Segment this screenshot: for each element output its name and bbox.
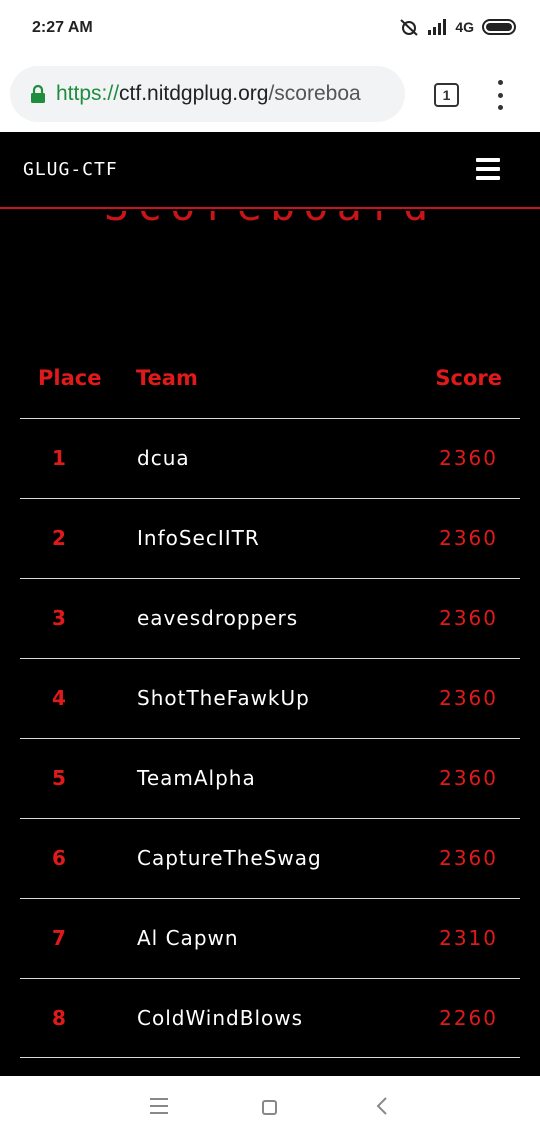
status-time: 2:27 AM <box>32 19 93 36</box>
row-place: 2 <box>52 526 66 550</box>
table-row: 1 dcua 2360 <box>20 418 520 498</box>
table-row: 3 eavesdroppers 2360 <box>20 578 520 658</box>
table-row: 6 CaptureTheSwag 2360 <box>20 818 520 898</box>
row-score: 2360 <box>439 686 498 710</box>
table-row: 8 ColdWindBlows 2260 <box>20 978 520 1058</box>
row-team: eavesdroppers <box>137 606 299 630</box>
address-bar[interactable]: https://ctf.nitdgplug.org/scoreboa <box>10 66 405 122</box>
site-navbar: GLUG-CTF <box>0 132 540 209</box>
row-place: 7 <box>52 926 66 950</box>
row-place: 4 <box>52 686 66 710</box>
url-host: ctf.nitdgplug.org <box>119 82 269 105</box>
site-brand[interactable]: GLUG-CTF <box>23 159 118 180</box>
row-place: 8 <box>52 1006 66 1030</box>
column-header-score: Score <box>435 366 502 390</box>
scoreboard-header: Place Team Score <box>20 358 520 418</box>
row-score: 2360 <box>439 846 498 870</box>
row-place: 3 <box>52 606 66 630</box>
page-heading-wrapper: Scoreboard <box>0 211 540 225</box>
row-place: 6 <box>52 846 66 870</box>
url-text[interactable]: https://ctf.nitdgplug.org/scoreboa <box>56 82 361 106</box>
recent-apps-icon[interactable] <box>150 1098 168 1114</box>
browser-toolbar: https://ctf.nitdgplug.org/scoreboa 1 <box>0 58 540 132</box>
row-score: 2360 <box>439 526 498 550</box>
more-vert-icon[interactable] <box>490 80 510 110</box>
page-title: Scoreboard <box>0 211 540 225</box>
row-team: TeamAlpha <box>137 766 256 790</box>
status-icons: 4G <box>399 18 516 36</box>
hamburger-icon[interactable] <box>476 158 500 180</box>
tab-switcher-button[interactable]: 1 <box>434 83 459 107</box>
row-team: ColdWindBlows <box>137 1006 304 1030</box>
row-team: Al Capwn <box>137 926 239 950</box>
network-type: 4G <box>455 19 474 35</box>
back-icon[interactable] <box>376 1096 388 1116</box>
alarm-off-icon <box>400 19 418 36</box>
table-row: 4 ShotTheFawkUp 2360 <box>20 658 520 738</box>
row-score: 2260 <box>439 1006 498 1030</box>
row-score: 2310 <box>439 926 498 950</box>
table-row: 2 InfoSecIITR 2360 <box>20 498 520 578</box>
url-path: /scoreboa <box>268 82 361 105</box>
column-header-place: Place <box>38 366 102 390</box>
scoreboard-table: 1 dcua 2360 2 InfoSecIITR 2360 3 eavesdr… <box>20 418 520 1058</box>
row-team: ShotTheFawkUp <box>137 686 310 710</box>
lock-icon <box>31 84 45 103</box>
row-team: CaptureTheSwag <box>137 846 322 870</box>
table-row: 7 Al Capwn 2310 <box>20 898 520 978</box>
url-scheme: https:// <box>56 82 120 105</box>
row-place: 5 <box>52 766 66 790</box>
row-place: 1 <box>52 446 66 470</box>
row-score: 2360 <box>439 446 498 470</box>
row-team: InfoSecIITR <box>137 526 260 550</box>
row-team: dcua <box>137 446 190 470</box>
home-icon[interactable] <box>262 1100 277 1115</box>
battery-icon <box>482 19 516 35</box>
page-content: GLUG-CTF Scoreboard Place Team Score 1 d… <box>0 132 540 1076</box>
system-nav-bar <box>0 1076 540 1140</box>
column-header-team: Team <box>136 366 198 390</box>
row-score: 2360 <box>439 606 498 630</box>
row-score: 2360 <box>439 766 498 790</box>
status-bar: 2:27 AM 4G <box>0 0 540 58</box>
signal-icon <box>428 19 447 35</box>
table-row: 5 TeamAlpha 2360 <box>20 738 520 818</box>
